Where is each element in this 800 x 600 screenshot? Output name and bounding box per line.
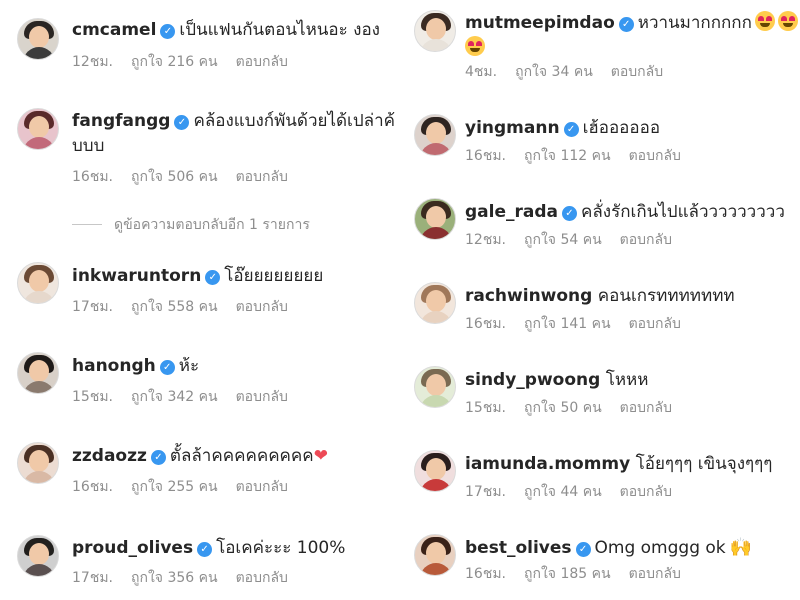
comment-time: 12ชม.: [465, 232, 506, 248]
username[interactable]: iamunda.mommy: [465, 454, 630, 474]
comment-text: เฮ้ออออออ: [582, 118, 661, 138]
avatar[interactable]: [17, 108, 59, 150]
comment-time: 15ชม.: [72, 389, 113, 405]
username[interactable]: proud_olives: [72, 538, 193, 558]
reply-button[interactable]: ตอบกลับ: [620, 232, 672, 248]
comment-text: คอนเกรททททททท: [597, 286, 735, 306]
verified-badge-icon: ✓: [563, 122, 579, 137]
comment-text: Omg omggg ok: [594, 538, 726, 558]
avatar[interactable]: [414, 366, 456, 408]
comment-text: ห้ะ: [178, 356, 200, 376]
divider: [72, 224, 102, 225]
username[interactable]: cmcamel: [72, 20, 156, 40]
like-count[interactable]: ถูกใจ 34 คน: [515, 64, 593, 80]
avatar[interactable]: [17, 442, 59, 484]
comment-text-continued: บบบ: [72, 136, 105, 156]
verified-badge-icon: ✓: [562, 206, 577, 221]
reply-button[interactable]: ตอบกลับ: [629, 316, 681, 332]
reply-button[interactable]: ตอบกลับ: [236, 169, 288, 185]
username[interactable]: gale_rada: [465, 202, 558, 222]
verified-badge-icon: ✓: [205, 270, 221, 285]
username[interactable]: yingmann: [465, 118, 560, 138]
username[interactable]: mutmeepimdao: [465, 13, 615, 33]
reply-button[interactable]: ตอบกลับ: [236, 54, 288, 70]
comment-time: 17ชม.: [465, 484, 506, 500]
heart-eyes-emoji-icon: [754, 11, 775, 31]
heart-eyes-emoji-icon: [777, 11, 798, 31]
like-count[interactable]: ถูกใจ 44 คน: [524, 484, 602, 500]
like-count[interactable]: ถูกใจ 54 คน: [524, 232, 602, 248]
verified-badge-icon: ✓: [618, 17, 634, 32]
verified-badge-icon: ✓: [150, 450, 166, 465]
avatar[interactable]: [17, 535, 59, 577]
avatar[interactable]: [414, 198, 456, 240]
comment-time: 17ชม.: [72, 299, 113, 315]
comment-text: โอเคค่ะะะ 100%: [216, 538, 346, 558]
username[interactable]: zzdaozz: [72, 446, 147, 466]
reply-button[interactable]: ตอบกลับ: [236, 299, 288, 315]
comment-text: คล้องแบงก์พันด้วยได้เปล่าค้: [193, 111, 395, 131]
username[interactable]: hanongh: [72, 356, 156, 376]
reply-button[interactable]: ตอบกลับ: [629, 148, 681, 164]
avatar[interactable]: [17, 352, 59, 394]
comment-time: 15ชม.: [465, 400, 506, 416]
reply-button[interactable]: ตอบกลับ: [236, 570, 288, 586]
like-count[interactable]: ถูกใจ 185 คน: [524, 566, 611, 582]
comment-time: 16ชม.: [72, 169, 113, 185]
avatar[interactable]: [17, 18, 59, 60]
comment-time: 16ชม.: [72, 479, 113, 495]
username[interactable]: best_olives: [465, 538, 572, 558]
comment-text: โอ้ยๆๆๆ เขินจุงๆๆๆ: [635, 454, 773, 474]
username[interactable]: rachwinwong: [465, 286, 592, 306]
avatar[interactable]: [414, 10, 456, 52]
verified-badge-icon: ✓: [197, 542, 213, 557]
comment-text: โหหห: [605, 370, 649, 390]
like-count[interactable]: ถูกใจ 50 คน: [524, 400, 602, 416]
comment-time: 16ชม.: [465, 148, 506, 164]
like-count[interactable]: ถูกใจ 141 คน: [524, 316, 611, 332]
reply-button[interactable]: ตอบกลับ: [620, 484, 672, 500]
comment-time: 16ชม.: [465, 566, 506, 582]
comment-time: 16ชม.: [465, 316, 506, 332]
heart-eyes-emoji-icon: [465, 36, 485, 56]
comment-text: ตั้ลล้าคคคคคคคคค: [169, 446, 314, 466]
avatar[interactable]: [17, 262, 59, 304]
reply-button[interactable]: ตอบกลับ: [629, 566, 681, 582]
avatar[interactable]: [414, 450, 456, 492]
like-count[interactable]: ถูกใจ 342 คน: [131, 389, 218, 405]
like-count[interactable]: ถูกใจ 112 คน: [524, 148, 611, 164]
comment-text: โอ๊ยยยยยยยย: [224, 266, 324, 286]
avatar[interactable]: [414, 534, 456, 576]
verified-badge-icon: ✓: [159, 360, 175, 375]
comment-time: 17ชม.: [72, 570, 113, 586]
heart-emoji-icon: ❤: [313, 446, 328, 466]
verified-badge-icon: ✓: [160, 24, 176, 39]
verified-badge-icon: ✓: [174, 115, 190, 130]
avatar[interactable]: [414, 282, 456, 324]
view-replies-link[interactable]: ดูข้อความตอบกลับอีก 1 รายการ: [72, 214, 310, 236]
username[interactable]: inkwaruntorn: [72, 266, 201, 286]
reply-button[interactable]: ตอบกลับ: [236, 479, 288, 495]
avatar[interactable]: [414, 114, 456, 156]
verified-badge-icon: ✓: [575, 542, 591, 557]
comment-text: คลั่งรักเกินไปแล้ววววววววว: [581, 202, 785, 222]
like-count[interactable]: ถูกใจ 558 คน: [131, 299, 218, 315]
like-count[interactable]: ถูกใจ 356 คน: [131, 570, 218, 586]
comment-text: หวานมากกกกก: [637, 13, 752, 33]
like-count[interactable]: ถูกใจ 255 คน: [131, 479, 218, 495]
reply-button[interactable]: ตอบกลับ: [236, 389, 288, 405]
comment-time: 12ชม.: [72, 54, 113, 70]
like-count[interactable]: ถูกใจ 216 คน: [131, 54, 218, 70]
comment-time: 4ชม.: [465, 64, 498, 80]
reply-button[interactable]: ตอบกลับ: [620, 400, 672, 416]
username[interactable]: sindy_pwoong: [465, 370, 600, 390]
raising-hands-emoji-icon: 🙌: [729, 537, 753, 558]
reply-button[interactable]: ตอบกลับ: [611, 64, 663, 80]
username[interactable]: fangfangg: [72, 111, 170, 131]
comment-text: เป็นแฟนกันตอนไหนอะ งอง: [179, 20, 380, 40]
like-count[interactable]: ถูกใจ 506 คน: [131, 169, 218, 185]
